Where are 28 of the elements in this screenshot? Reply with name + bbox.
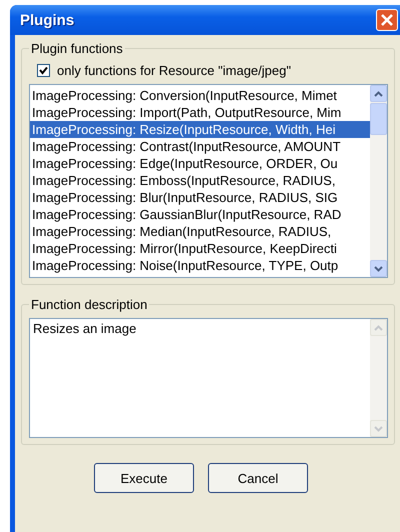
list-item[interactable]: ImageProcessing: Mirror(InputResource, KeepDirecti <box>30 240 370 257</box>
chevron-up-icon <box>374 324 383 330</box>
checkbox[interactable] <box>37 64 50 77</box>
checkbox-label: only functions for Resource "image/jpeg" <box>57 63 291 78</box>
list-item[interactable]: ImageProcessing: Import(Path, OutputResource, Mim <box>30 104 370 121</box>
list-item[interactable]: ImageProcessing: Median(InputResource, RADIUS, <box>30 223 370 240</box>
chevron-down-icon <box>374 266 383 272</box>
list-item[interactable]: ImageProcessing: Contrast(InputResource, AMOUNT <box>30 138 370 155</box>
description-text: Resizes an image <box>33 321 136 336</box>
group-label: Plugin functions <box>30 41 124 56</box>
group-label: Function description <box>30 297 148 312</box>
window-title: Plugins <box>20 12 74 28</box>
close-icon <box>380 13 394 27</box>
chevron-up-icon <box>374 90 383 96</box>
chevron-down-icon <box>374 426 383 432</box>
dialog-button[interactable]: Cancel <box>208 463 308 493</box>
scroll-down-button[interactable] <box>370 260 387 277</box>
scrollbar-thumb[interactable] <box>370 103 387 135</box>
list-item[interactable]: ImageProcessing: Noise(InputResource, TYPE, Outp <box>30 257 370 274</box>
list-item[interactable]: ImageProcessing: Resize(InputResource, Width, Hei <box>30 121 370 138</box>
close-button[interactable] <box>376 9 398 31</box>
list-item[interactable]: ImageProcessing: Edge(InputResource, ORDER, Ou <box>30 155 370 172</box>
list-item[interactable]: ImageProcessing: Blur(InputResource, RADIUS, SIG <box>30 189 370 206</box>
dialog-button[interactable]: Execute <box>94 463 194 493</box>
list-item[interactable]: ImageProcessing: Emboss(InputResource, RADIUS, <box>30 172 370 189</box>
scroll-up-button[interactable] <box>370 85 387 102</box>
list-item[interactable]: ImageProcessing: GaussianBlur(InputResource, RAD <box>30 206 370 223</box>
list-item[interactable]: ImageProcessing: Conversion(InputResource, Mimet <box>30 87 370 104</box>
